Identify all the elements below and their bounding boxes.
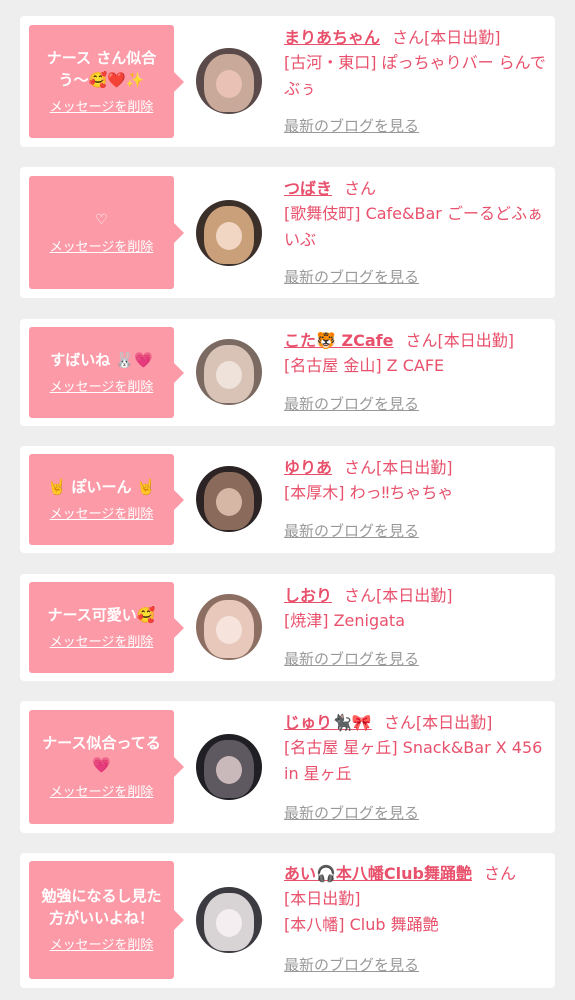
delete-message-link[interactable]: メッセージを削除 — [50, 506, 154, 524]
shop-name: [名古屋 金山] Z CAFE — [284, 356, 445, 375]
status-badge: [本日出勤] — [376, 586, 453, 605]
shop-name: [古河・東口] ぽっちゃりバー らんでぶぅ — [284, 53, 546, 98]
message-card: ナース さん似合う〜🥰❤️✨ メッセージを削除 まりあちゃん さん[本日出勤] [… — [20, 16, 555, 147]
profile-name-link[interactable]: しおり — [284, 586, 332, 605]
delete-message-link[interactable]: メッセージを削除 — [50, 239, 154, 257]
profile-name-link[interactable]: ゆりあ — [284, 458, 332, 477]
profile-info: つばき さん [歌舞伎町] Cafe&Bar ごーるどふぁいぶ — [284, 177, 549, 253]
delete-message-link[interactable]: メッセージを削除 — [50, 99, 154, 117]
avatar[interactable] — [196, 734, 262, 800]
delete-message-link[interactable]: メッセージを削除 — [50, 937, 154, 955]
latest-blog-link[interactable]: 最新のブログを見る — [284, 802, 419, 824]
message-text: 🤘 ぽいーん 🤘 — [47, 477, 156, 496]
message-text: ♡ — [95, 211, 108, 228]
message-bubble: 勉強になるし見た方がいいよね！ メッセージを削除 — [29, 861, 184, 979]
message-card: ♡ メッセージを削除 つばき さん [歌舞伎町] Cafe&Bar ごーるどふぁい… — [20, 167, 555, 298]
message-card: 🤘 ぽいーん 🤘 メッセージを削除 ゆりあ さん[本日出勤] [本厚木] わっ‼ち… — [20, 446, 555, 553]
profile-info: まりあちゃん さん[本日出勤] [古河・東口] ぽっちゃりバー らんでぶぅ — [284, 26, 549, 102]
shop-name: [名古屋 星ヶ丘] Snack&Bar X 456 in 星ヶ丘 — [284, 738, 543, 783]
message-bubble: 🤘 ぽいーん 🤘 メッセージを削除 — [29, 454, 184, 545]
status-badge: [本日出勤] — [437, 331, 514, 350]
message-bubble: ♡ メッセージを削除 — [29, 176, 184, 289]
latest-blog-link[interactable]: 最新のブログを見る — [284, 266, 419, 288]
message-bubble: ナース似合ってる💗 メッセージを削除 — [29, 710, 184, 824]
message-text: 勉強になるし見た方がいいよね！ — [41, 887, 162, 927]
shop-name: [本厚木] わっ‼ちゃちゃ — [284, 483, 454, 502]
latest-blog-link[interactable]: 最新のブログを見る — [284, 115, 419, 137]
avatar[interactable] — [196, 339, 262, 405]
avatar[interactable] — [196, 594, 262, 660]
status-badge: [本日出勤] — [376, 458, 453, 477]
honorific: さん — [344, 179, 377, 198]
honorific: さん — [484, 864, 517, 883]
message-bubble: ナース可愛い🥰 メッセージを削除 — [29, 582, 184, 673]
avatar[interactable] — [196, 200, 262, 266]
status-badge: [本日出勤] — [424, 28, 501, 47]
delete-message-link[interactable]: メッセージを削除 — [50, 634, 154, 652]
honorific: さん — [405, 331, 438, 350]
delete-message-link[interactable]: メッセージを削除 — [50, 784, 154, 802]
profile-info: ゆりあ さん[本日出勤] [本厚木] わっ‼ちゃちゃ — [284, 456, 549, 506]
profile-name-link[interactable]: こた🐯 ZCafe — [284, 331, 393, 350]
delete-message-link[interactable]: メッセージを削除 — [50, 379, 154, 397]
profile-info: しおり さん[本日出勤] [焼津] Zenigata — [284, 584, 549, 634]
profile-info: じゅり🐈‍⬛🎀 さん[本日出勤] [名古屋 星ヶ丘] Snack&Bar X 45… — [284, 711, 549, 787]
status-badge: [本日出勤] — [284, 889, 361, 908]
honorific: さん — [344, 586, 377, 605]
profile-name-link[interactable]: つばき — [284, 179, 332, 198]
latest-blog-link[interactable]: 最新のブログを見る — [284, 520, 419, 542]
honorific: さん — [383, 713, 416, 732]
shop-name: [焼津] Zenigata — [284, 611, 406, 630]
avatar[interactable] — [196, 887, 262, 953]
profile-info: あい🎧本八幡Club舞踊艶 さん [本日出勤] [本八幡] Club 舞踊艶 — [284, 862, 549, 938]
honorific: さん — [344, 458, 377, 477]
profile-info: こた🐯 ZCafe さん[本日出勤] [名古屋 金山] Z CAFE — [284, 329, 549, 379]
avatar[interactable] — [196, 466, 262, 532]
message-text: すばいね 🐰💗 — [50, 350, 153, 369]
latest-blog-link[interactable]: 最新のブログを見る — [284, 648, 419, 670]
profile-name-link[interactable]: まりあちゃん — [284, 28, 380, 47]
message-text: ナース可愛い🥰 — [47, 605, 156, 624]
latest-blog-link[interactable]: 最新のブログを見る — [284, 954, 419, 976]
profile-name-link[interactable]: じゅり🐈‍⬛🎀 — [284, 713, 372, 732]
message-card: すばいね 🐰💗 メッセージを削除 こた🐯 ZCafe さん[本日出勤] [名古屋 … — [20, 319, 555, 426]
honorific: さん — [392, 28, 425, 47]
shop-name: [歌舞伎町] Cafe&Bar ごーるどふぁいぶ — [284, 204, 543, 249]
shop-name: [本八幡] Club 舞踊艶 — [284, 915, 439, 934]
message-card: 勉強になるし見た方がいいよね！ メッセージを削除 あい🎧本八幡Club舞踊艶 さん… — [20, 853, 555, 988]
profile-name-link[interactable]: あい🎧本八幡Club舞踊艶 — [284, 864, 472, 883]
message-bubble: すばいね 🐰💗 メッセージを削除 — [29, 327, 184, 418]
status-badge: [本日出勤] — [415, 713, 493, 732]
message-card: ナース似合ってる💗 メッセージを削除 じゅり🐈‍⬛🎀 さん[本日出勤] [名古屋 … — [20, 701, 555, 833]
avatar[interactable] — [196, 48, 262, 114]
message-text: ナース似合ってる💗 — [42, 734, 161, 774]
message-bubble: ナース さん似合う〜🥰❤️✨ メッセージを削除 — [29, 25, 184, 138]
latest-blog-link[interactable]: 最新のブログを見る — [284, 393, 419, 415]
message-text: ナース さん似合う〜🥰❤️✨ — [46, 48, 157, 89]
message-card: ナース可愛い🥰 メッセージを削除 しおり さん[本日出勤] [焼津] Zeniga… — [20, 574, 555, 681]
